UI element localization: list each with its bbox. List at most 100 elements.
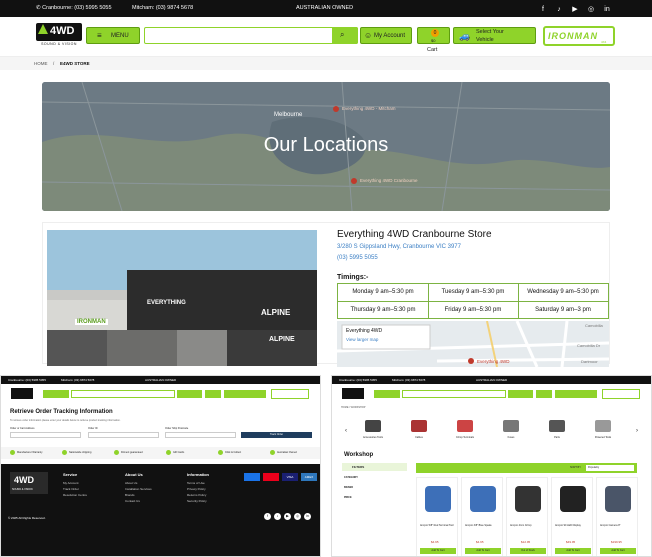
product-name[interactable]: Ancpro 5/8" Red Terminal Tool — [420, 524, 458, 527]
tracking-postcode-field[interactable] — [165, 432, 236, 438]
cart-button[interactable]: 0 $0 — [417, 27, 450, 44]
select-vehicle-button[interactable]: 🚙 Select Your Vehicle — [453, 27, 536, 44]
category-label[interactable]: Cables — [403, 436, 435, 439]
tracking-email-field[interactable] — [10, 432, 81, 438]
footer-link[interactable]: Terms of Use — [187, 481, 205, 485]
category-image[interactable] — [549, 420, 565, 432]
feature-item: Click & Collect — [218, 450, 268, 456]
footer-col-title: Information — [187, 472, 209, 477]
carousel-next-icon[interactable]: › — [636, 428, 638, 434]
menu-button[interactable]: ≡ MENU — [86, 27, 140, 44]
category-image[interactable] — [595, 420, 611, 432]
hours-cell: Thursday 9 am–5:30 pm — [350, 307, 416, 313]
store-phone-link[interactable]: (03) 5995 5055 — [337, 255, 378, 261]
linkedin-icon[interactable]: in — [602, 5, 612, 15]
map-pin-icon[interactable] — [467, 357, 475, 365]
footer-link[interactable]: Resolution Centre — [63, 493, 87, 497]
add-to-cart-button[interactable]: Out of Stock — [510, 548, 546, 554]
product-price: $199.95 — [611, 540, 622, 544]
add-to-cart-button[interactable]: Add To Cart — [555, 548, 591, 554]
footer-link[interactable]: Track Order — [63, 487, 79, 491]
category-label[interactable]: Fuses — [495, 436, 527, 439]
product-name[interactable]: Ancpro 3/8" Blue Spade — [465, 524, 503, 527]
product-image[interactable] — [470, 486, 496, 512]
category-image[interactable] — [457, 420, 473, 432]
product-name[interactable]: Ancpro Camera 8" — [600, 524, 638, 527]
footer-link[interactable]: Privacy Policy — [187, 487, 206, 491]
map-pin-cranbourne-icon[interactable] — [350, 176, 358, 184]
product-image[interactable] — [425, 486, 451, 512]
tiktok-icon[interactable]: ♪ — [554, 5, 564, 15]
linkedin-icon[interactable]: in — [304, 513, 311, 520]
workshop-category-preview[interactable]: Cranbourne: (03) 5995 5055 Mitcham: (03)… — [331, 375, 652, 557]
feature-check-icon — [114, 450, 119, 455]
youtube-icon[interactable]: ▶ — [570, 5, 580, 15]
facebook-icon[interactable]: f — [538, 5, 548, 15]
feature-check-icon — [62, 450, 67, 455]
footer-link[interactable]: Security Policy — [187, 499, 207, 503]
phone-cranbourne[interactable]: ✆ Cranbourne: (03) 5995 5055 — [36, 5, 112, 11]
feature-item: Australian Owned — [270, 450, 320, 456]
footer-link[interactable]: About Us — [125, 481, 137, 485]
filter-group[interactable]: CATEGORY — [344, 476, 358, 479]
tiktok-icon[interactable]: ♪ — [274, 513, 281, 520]
product-name[interactable]: Ancpro 4mm Crimp — [510, 524, 548, 527]
order-tracking-preview[interactable]: Cranbourne: (03) 5995 5055 Mitcham: (03)… — [0, 375, 321, 557]
site-logo[interactable]: 4WD SOUND & VISION — [36, 23, 82, 47]
category-label[interactable]: Powered Tools — [587, 436, 619, 439]
category-label[interactable]: Accessories Tools — [357, 436, 389, 439]
product-name[interactable]: Ancpro 90 LED Display — [555, 524, 593, 527]
store-map[interactable]: Everything 4WD View larger map Everythin… — [337, 321, 609, 367]
tracking-order-id-field[interactable] — [88, 432, 159, 438]
carousel-prev-icon[interactable]: ‹ — [345, 428, 347, 434]
footer-link[interactable]: Contact Us — [125, 499, 140, 503]
my-account-button[interactable]: ☺ My Account — [360, 27, 412, 44]
view-larger-map-link[interactable]: View larger map — [346, 337, 378, 342]
search-button[interactable]: ⌕ — [332, 27, 358, 44]
add-to-cart-button[interactable]: Add To Cart — [465, 548, 501, 554]
payment-method-icon — [263, 473, 279, 481]
hamburger-icon: ≡ — [97, 31, 102, 40]
youtube-icon[interactable]: ▶ — [284, 513, 291, 520]
category-label[interactable]: Parts — [541, 436, 573, 439]
footer-link[interactable]: Brands — [125, 493, 135, 497]
feature-item: Nationwide shipping — [62, 450, 112, 456]
filter-group[interactable]: PRICE — [344, 496, 352, 499]
hours-cell: Wednesday 9 am–5:30 pm — [527, 289, 599, 295]
instagram-icon[interactable]: ◎ — [294, 513, 301, 520]
track-order-button[interactable]: Track Order — [241, 432, 312, 438]
locations-banner: Melbourne Everything 4WD - Mitcham Every… — [42, 82, 610, 211]
ironman-partner-logo[interactable]: IRONMAN 4X4 — [543, 26, 615, 46]
product-card[interactable]: Ancpro 90 LED Display $49.95 Add To Cart — [551, 477, 593, 556]
product-image[interactable] — [605, 486, 631, 512]
product-image[interactable] — [515, 486, 541, 512]
instagram-icon[interactable]: ◎ — [586, 5, 596, 15]
footer-link[interactable]: Returns Policy — [187, 493, 206, 497]
store-address-link[interactable]: 3/280 S Gippsland Hwy, Cranbourne VIC 39… — [337, 244, 461, 250]
product-card[interactable]: Ancpro 5/8" Red Terminal Tool $4.95 Add To… — [416, 477, 458, 556]
search-input[interactable] — [144, 27, 358, 44]
category-image[interactable] — [503, 420, 519, 432]
hours-cell: Tuesday 9 am–5:30 pm — [441, 289, 505, 295]
phone-mitcham[interactable]: Mitcham: (03) 9874 5678 — [132, 5, 193, 11]
map-pin-mitcham-icon[interactable] — [332, 104, 340, 112]
breadcrumb-home[interactable]: HOME — [34, 61, 48, 66]
mini-menu-button — [43, 390, 69, 398]
product-card[interactable]: Ancpro 4mm Crimp $12.95 Out of Stock — [506, 477, 548, 556]
add-to-cart-button[interactable]: Add To Cart — [600, 548, 636, 554]
opening-hours-table: Monday 9 am–5:30 pm Tuesday 9 am–5:30 pm W… — [337, 283, 609, 319]
add-to-cart-button[interactable]: Add To Cart — [420, 548, 456, 554]
category-image[interactable] — [411, 420, 427, 432]
footer-link[interactable]: Installation Services — [125, 487, 152, 491]
category-label[interactable]: Crimp Terminals — [449, 436, 481, 439]
product-card[interactable]: Ancpro 3/8" Blue Spade $4.95 Add To Cart — [461, 477, 503, 556]
product-image[interactable] — [560, 486, 586, 512]
filter-group[interactable]: BRAND — [344, 486, 353, 489]
facebook-icon[interactable]: f — [264, 513, 271, 520]
footer-link[interactable]: My Account — [63, 481, 79, 485]
car-icon: 🚙 — [459, 31, 471, 41]
sort-select[interactable]: Popularity — [586, 465, 634, 471]
category-image[interactable] — [365, 420, 381, 432]
filters-toggle[interactable]: FILTERS — [342, 463, 407, 471]
product-card[interactable]: Ancpro Camera 8" $199.95 Add To Cart — [596, 477, 638, 556]
